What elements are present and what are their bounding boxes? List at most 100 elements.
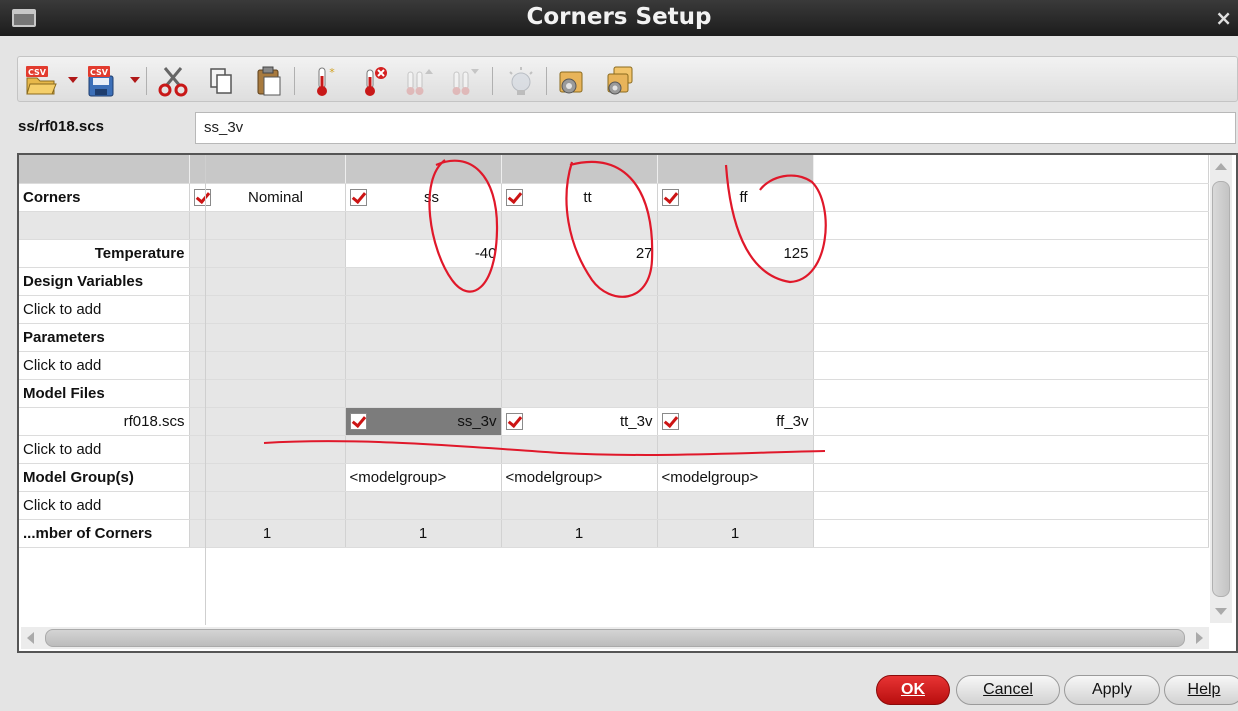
model-file-name[interactable]: rf018.scs (19, 407, 190, 436)
horizontal-scrollbar[interactable] (21, 627, 1209, 649)
scroll-right-icon[interactable] (1196, 632, 1203, 644)
csv-open-dropdown-icon[interactable] (68, 77, 78, 83)
model-section-cell-tt[interactable]: tt_3v (501, 407, 658, 436)
model-section-value[interactable]: ss_3v (457, 413, 496, 430)
value-cell[interactable] (501, 351, 658, 380)
parameters-add[interactable]: Click to add (19, 351, 190, 380)
ok-button[interactable]: OK (876, 675, 950, 705)
value-cell[interactable] (345, 295, 502, 324)
value-cell[interactable] (345, 435, 502, 464)
temperature-up-icon[interactable] (402, 64, 436, 98)
model-group-cell[interactable]: <modelgroup> (657, 463, 814, 492)
value-cell[interactable] (657, 295, 814, 324)
add-temperature-icon[interactable]: * (306, 64, 340, 98)
vertical-scrollbar[interactable] (1210, 155, 1232, 623)
close-icon[interactable]: × (1215, 6, 1232, 30)
model-group-cell[interactable]: <modelgroup> (501, 463, 658, 492)
value-cell[interactable] (657, 491, 814, 520)
horizontal-scroll-thumb[interactable] (45, 629, 1185, 647)
cancel-button[interactable]: Cancel (956, 675, 1060, 705)
corner-cell-ss[interactable]: ss (345, 183, 502, 212)
model-enable-checkbox[interactable] (661, 412, 679, 430)
corner-cell-nominal[interactable]: Nominal (189, 183, 346, 212)
section-cell (501, 379, 658, 408)
csv-save-icon[interactable]: CSV (84, 64, 118, 98)
model-section-value[interactable]: tt_3v (620, 413, 653, 430)
model-enable-checkbox[interactable] (349, 412, 367, 430)
apply-button[interactable]: Apply (1064, 675, 1160, 705)
empty-area (813, 379, 1209, 408)
temperature-down-icon[interactable] (448, 64, 482, 98)
corner-name[interactable]: tt (523, 189, 653, 206)
design-variables-row: Design Variables (19, 267, 1209, 296)
toolbar: CSV CSV * (17, 56, 1238, 102)
model-groups-row: Model Group(s) <modelgroup> <modelgroup>… (19, 463, 1209, 492)
value-cell[interactable] (345, 351, 502, 380)
value-cell[interactable] (657, 435, 814, 464)
model-section-value[interactable]: ff_3v (776, 413, 808, 430)
toolbar-separator (546, 67, 547, 95)
corner-name[interactable]: Nominal (211, 189, 341, 206)
ok-button-label[interactable]: OK (901, 681, 925, 698)
scroll-left-icon[interactable] (27, 632, 34, 644)
scroll-up-icon[interactable] (1215, 163, 1227, 170)
corner-cell-ff[interactable]: ff (657, 183, 814, 212)
csv-save-dropdown-icon[interactable] (130, 77, 140, 83)
design-variables-add[interactable]: Click to add (19, 295, 190, 324)
value-cell[interactable] (189, 491, 346, 520)
temperature-cell[interactable]: 27 (501, 239, 658, 268)
copy-icon[interactable] (204, 64, 238, 98)
empty-area (813, 323, 1209, 352)
vertical-scroll-thumb[interactable] (1212, 181, 1230, 597)
apply-button-label[interactable]: Apply (1092, 681, 1132, 698)
value-cell[interactable] (345, 491, 502, 520)
value-cell[interactable] (501, 295, 658, 324)
bulb-icon[interactable] (504, 64, 538, 98)
corner-cell-tt[interactable]: tt (501, 183, 658, 212)
model-file-row: rf018.scs ss_3v tt_3v ff_3v (19, 407, 1209, 436)
help-button-label[interactable]: Help (1188, 681, 1221, 698)
multi-settings-icon[interactable] (602, 64, 636, 98)
value-cell[interactable] (501, 435, 658, 464)
empty-area (813, 267, 1209, 296)
model-group-cell[interactable] (189, 463, 346, 492)
row-label-divider (205, 155, 206, 625)
paste-icon[interactable] (252, 64, 286, 98)
temperature-cell[interactable]: 125 (657, 239, 814, 268)
help-button[interactable]: Help (1164, 675, 1238, 705)
model-section-cell-ss[interactable]: ss_3v (345, 407, 502, 436)
delete-temperature-icon[interactable] (356, 64, 390, 98)
settings-icon[interactable] (554, 64, 588, 98)
section-cell (345, 323, 502, 352)
csv-open-icon[interactable]: CSV (24, 64, 58, 98)
header-row (19, 155, 1209, 184)
temperature-cell[interactable] (189, 239, 346, 268)
svg-text:CSV: CSV (90, 68, 109, 77)
corner-enable-checkbox[interactable] (193, 188, 211, 206)
corner-name[interactable]: ff (679, 189, 809, 206)
value-cell[interactable] (657, 351, 814, 380)
model-enable-checkbox[interactable] (505, 412, 523, 430)
corner-name[interactable]: ss (367, 189, 497, 206)
model-group-cell[interactable]: <modelgroup> (345, 463, 502, 492)
model-section-cell-ff[interactable]: ff_3v (657, 407, 814, 436)
corner-enable-checkbox[interactable] (505, 188, 523, 206)
value-cell[interactable] (189, 295, 346, 324)
model-files-add[interactable]: Click to add (19, 435, 190, 464)
scroll-down-icon[interactable] (1215, 608, 1227, 615)
svg-text:*: * (329, 66, 335, 79)
cancel-button-label[interactable]: Cancel (983, 681, 1033, 698)
model-section-cell[interactable] (189, 407, 346, 436)
model-section-input[interactable]: ss_3v (195, 112, 1236, 144)
value-cell[interactable] (189, 435, 346, 464)
value-cell[interactable] (189, 351, 346, 380)
cut-icon[interactable] (156, 64, 190, 98)
corners-row: Corners Nominal ss tt ff (19, 183, 1209, 212)
corner-enable-checkbox[interactable] (661, 188, 679, 206)
corner-enable-checkbox[interactable] (349, 188, 367, 206)
temperature-cell[interactable]: -40 (345, 239, 502, 268)
title-bar: Corners Setup × (0, 0, 1238, 36)
value-cell[interactable] (501, 491, 658, 520)
spacer-row (19, 211, 1209, 240)
model-groups-add[interactable]: Click to add (19, 491, 190, 520)
